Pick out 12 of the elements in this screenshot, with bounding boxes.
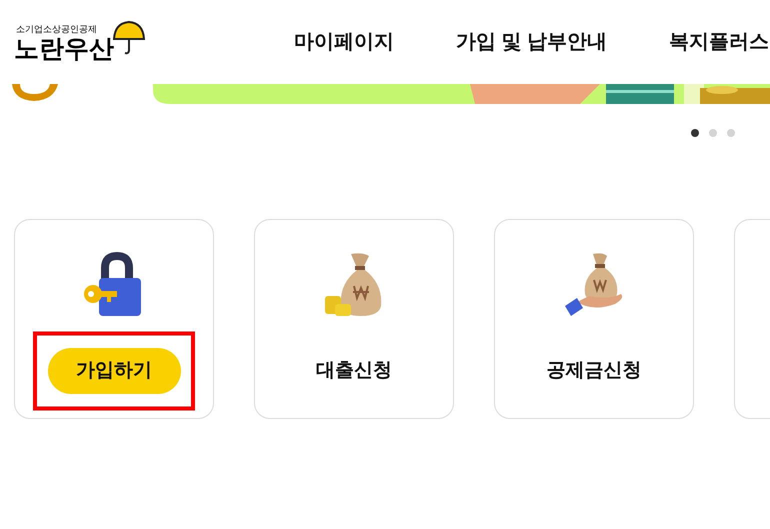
nav-link[interactable]: 복지플러스 [669, 27, 770, 57]
card-label: 대출신청 [316, 358, 392, 383]
logo-subtitle: 소기업소상공인공제 [16, 24, 98, 34]
logo-title: 노란우산 [14, 34, 114, 65]
join-button[interactable]: 가입하기 [48, 348, 180, 394]
card-label: 공제금신청 [546, 358, 642, 383]
umbrella-icon [112, 19, 146, 55]
card[interactable]: 공제금신청 [494, 219, 694, 419]
nav-link[interactable]: 가입 및 납부안내 [456, 27, 608, 57]
card[interactable]: 가입하기 [14, 219, 214, 419]
nav-link[interactable]: 마이페이지 [294, 27, 394, 57]
card[interactable]: 대출신청 [254, 219, 454, 419]
